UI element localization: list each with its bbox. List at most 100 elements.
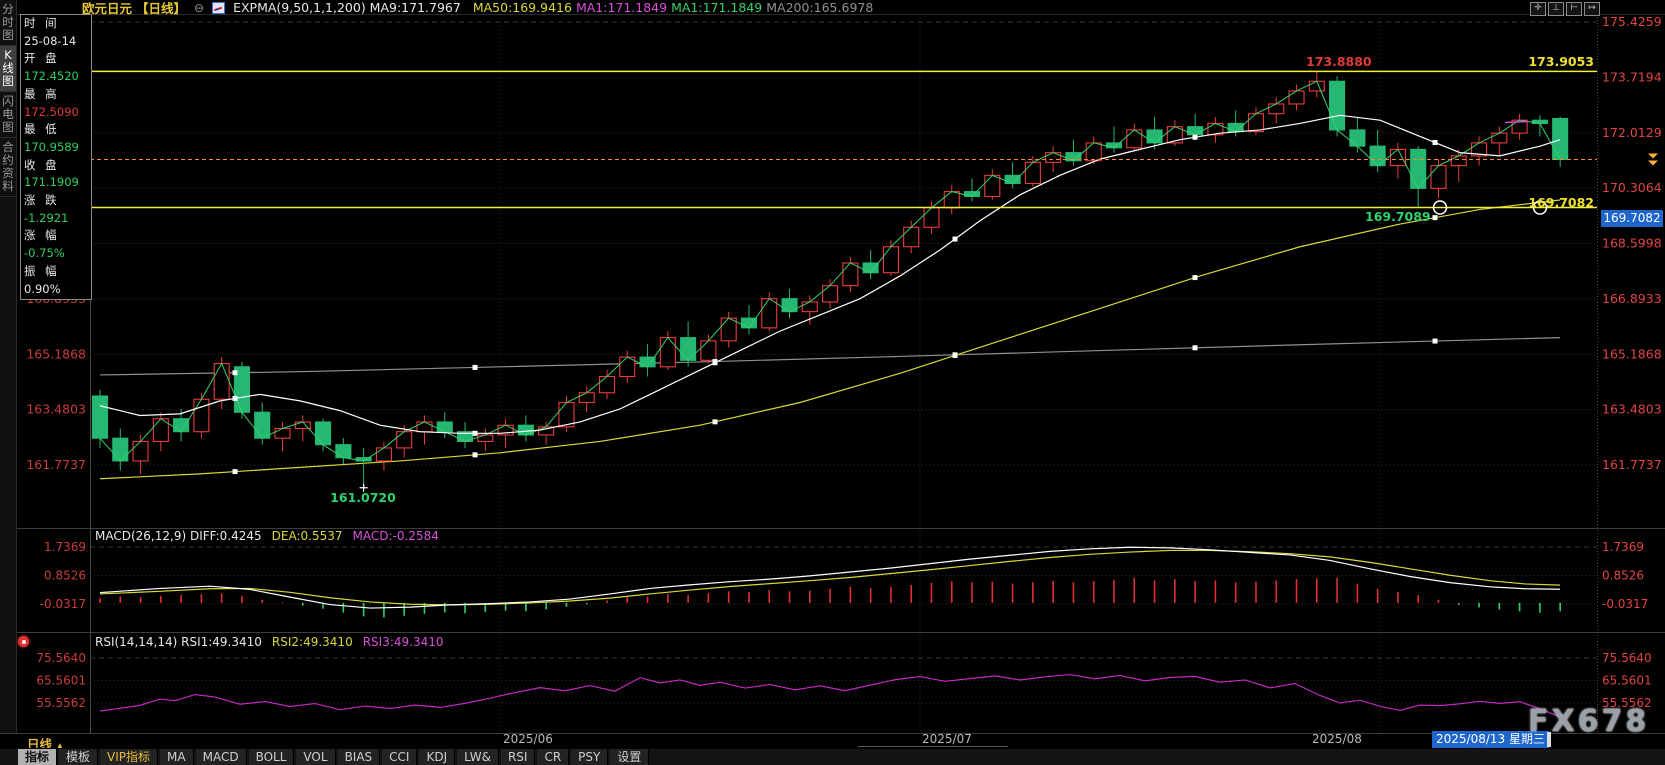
candle-body[interactable] [1005, 175, 1020, 183]
candle-body[interactable] [336, 445, 351, 458]
price-annotation: 173.9053 [1528, 54, 1594, 69]
candle-body[interactable] [985, 175, 1000, 196]
candle-body[interactable] [417, 422, 432, 432]
candle-body[interactable] [93, 396, 108, 438]
candle-body[interactable] [194, 399, 209, 431]
chart-header: 欧元日元 【日线】 ⊖ EXPMA(9,50,1,1,200) MA9:171.… [82, 0, 873, 15]
info-label: 最 高 [24, 86, 91, 104]
candle-body[interactable] [1553, 119, 1568, 160]
candle-body[interactable] [316, 422, 331, 445]
candle-body[interactable] [133, 441, 148, 460]
candle-body[interactable] [397, 432, 412, 448]
candle-body[interactable] [863, 263, 878, 273]
toolbar-tab-模板[interactable]: 模板 [59, 749, 98, 765]
sidebar-tab-闪电图[interactable]: 闪电图 [0, 92, 16, 138]
info-value: 0.90% [24, 281, 91, 299]
toolbar-tab-VOL[interactable]: VOL [296, 749, 335, 765]
candle-body[interactable] [1350, 130, 1365, 146]
toolbar-tab-KDJ[interactable]: KDJ [419, 749, 455, 765]
toolbar-tab-VIP指标[interactable]: VIP指标 [100, 749, 158, 765]
candle-body[interactable] [762, 299, 777, 328]
panel-header-item: MACD(26,12,9) DIFF:0.4245 [95, 529, 262, 543]
candle-body[interactable] [214, 364, 229, 400]
toolbar-tab-MACD[interactable]: MACD [196, 749, 247, 765]
toolbar-tab-PSY[interactable]: PSY [571, 749, 608, 765]
ma200-marker [953, 352, 958, 357]
sidebar-tab-分时图[interactable]: 分时图 [0, 0, 16, 46]
candle-body[interactable] [478, 435, 493, 441]
toolbar-tab-BOLL[interactable]: BOLL [249, 749, 295, 765]
candle-body[interactable] [1309, 81, 1324, 91]
ma200-marker [473, 365, 478, 370]
candle-body[interactable] [802, 302, 817, 312]
candle-body[interactable] [437, 422, 452, 432]
candle-body[interactable] [174, 419, 189, 432]
candle-body[interactable] [681, 338, 696, 361]
ma9-marker [233, 396, 238, 401]
symbol-name[interactable]: 欧元日元 [82, 0, 132, 17]
macd-axis-label-left: 1.7369 [44, 540, 86, 554]
candle-body[interactable] [1431, 166, 1446, 189]
candle-body[interactable] [1127, 130, 1142, 148]
toolbar-tab-CR[interactable]: CR [537, 749, 569, 765]
ma9-line [100, 115, 1560, 433]
candle-body[interactable] [1370, 146, 1385, 165]
candle-body[interactable] [782, 299, 797, 312]
candle-body[interactable] [904, 227, 919, 246]
candle-body[interactable] [1248, 114, 1263, 132]
candle-body[interactable] [1269, 104, 1284, 114]
toolbar-tab-LW&[interactable]: LW& [457, 749, 499, 765]
ma50-marker [1433, 215, 1438, 220]
scrollbar-thumb[interactable] [858, 746, 1008, 747]
candle-body[interactable] [1289, 91, 1304, 104]
axis-play-icon[interactable]: ⊢ [1566, 2, 1582, 16]
toolbar-tab-MA[interactable]: MA [160, 749, 194, 765]
candle-body[interactable] [843, 263, 858, 286]
candle-body[interactable] [965, 192, 980, 197]
candle-body[interactable] [1188, 127, 1203, 135]
candle-body[interactable] [1086, 143, 1101, 161]
candle-body[interactable] [1025, 162, 1040, 183]
ma50-marker [233, 469, 238, 474]
candle-body[interactable] [255, 412, 270, 438]
candle-body[interactable] [275, 428, 290, 438]
candle-body[interactable] [579, 393, 594, 403]
candle-body[interactable] [1492, 133, 1507, 143]
candle-body[interactable] [376, 448, 391, 461]
toolbar-tab-指标[interactable]: 指标 [18, 749, 57, 765]
macd-axis-label-left: -0.0317 [40, 597, 86, 611]
ma-value: MA1:171.1849 [671, 0, 762, 15]
candle-body[interactable] [823, 286, 838, 302]
ma1-magenta-segment [1505, 121, 1528, 122]
collapse-icon[interactable]: ⊖ [194, 1, 204, 15]
candle-body[interactable] [883, 247, 898, 273]
info-label: 最 低 [24, 121, 91, 139]
move-icon[interactable]: ✛ [1530, 2, 1546, 16]
candle-body[interactable] [1046, 153, 1061, 163]
candle-body[interactable] [660, 338, 675, 367]
axis-scale-icon[interactable]: ⊥ [1548, 2, 1564, 16]
toolbar-tab-BIAS[interactable]: BIAS [338, 749, 381, 765]
toolbar-tab-RSI[interactable]: RSI [501, 749, 536, 765]
sidebar-tab-合约资料[interactable]: 合约资料 [0, 138, 16, 197]
indicator-chart-icon[interactable] [212, 2, 225, 14]
candle-body[interactable] [924, 208, 939, 227]
candle-body[interactable] [1451, 156, 1466, 166]
y-axis-label-right: 166.8933 [1602, 291, 1662, 306]
candle-body[interactable] [113, 438, 128, 461]
rsi-settings-icon[interactable] [18, 636, 29, 647]
sidebar-tab-K线图[interactable]: K线图 [0, 46, 16, 92]
exit-right-icon[interactable]: ↦ [1584, 2, 1600, 16]
candle-body[interactable] [944, 192, 959, 208]
toolbar-tab-CCI[interactable]: CCI [382, 749, 417, 765]
toolbar-tab-设置[interactable]: 设置 [610, 749, 649, 765]
candle-body[interactable] [1147, 130, 1162, 143]
candle-body[interactable] [600, 377, 615, 393]
candle-body[interactable] [518, 425, 533, 435]
candle-body[interactable] [1330, 81, 1345, 130]
candle-body[interactable] [721, 318, 736, 341]
chart-type-sidebar: 分时图K线图闪电图合约资料 [0, 0, 17, 733]
candle-body[interactable] [1390, 149, 1405, 165]
candle-body[interactable] [701, 341, 716, 360]
chart-canvas[interactable]: 175.4259175.4259173.7194173.7194172.0129… [0, 0, 1665, 765]
